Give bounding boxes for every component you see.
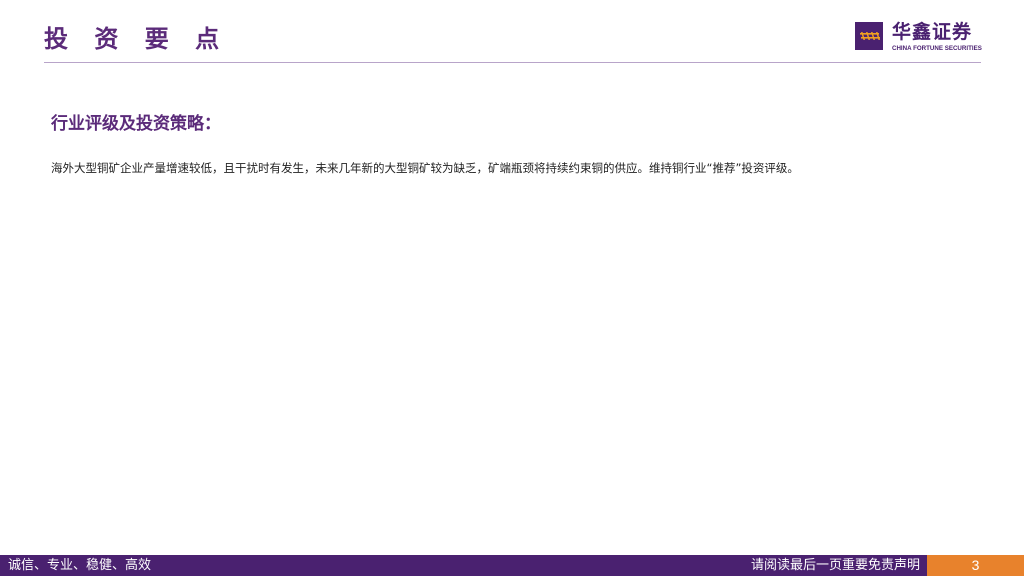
footer-slogan: 诚信、专业、稳健、高效 <box>8 558 152 573</box>
brand-logo-icon <box>855 22 883 50</box>
body-paragraph: 海外大型铜矿企业产量增速较低，且干扰时有发生，未来几年新的大型铜矿较为缺乏，矿端… <box>51 161 799 175</box>
footer-disclaimer: 请阅读最后一页重要免责声明 <box>750 558 920 573</box>
footer-bar: 诚信、专业、稳健、高效 请阅读最后一页重要免责声明 3 <box>0 555 1024 576</box>
section-heading: 行业评级及投资策略： <box>51 114 221 134</box>
brand-name-en: CHINA FORTUNE SECURITIES <box>892 45 982 52</box>
page-number-box: 3 <box>927 555 1024 576</box>
brand-name-cn: 华鑫证券 <box>892 21 973 43</box>
brand-logo: 华鑫证券 CHINA FORTUNE SECURITIES <box>855 21 985 54</box>
page-title: 投 资 要 点 <box>44 25 229 53</box>
page-number: 3 <box>971 557 980 573</box>
header-divider <box>44 62 981 63</box>
